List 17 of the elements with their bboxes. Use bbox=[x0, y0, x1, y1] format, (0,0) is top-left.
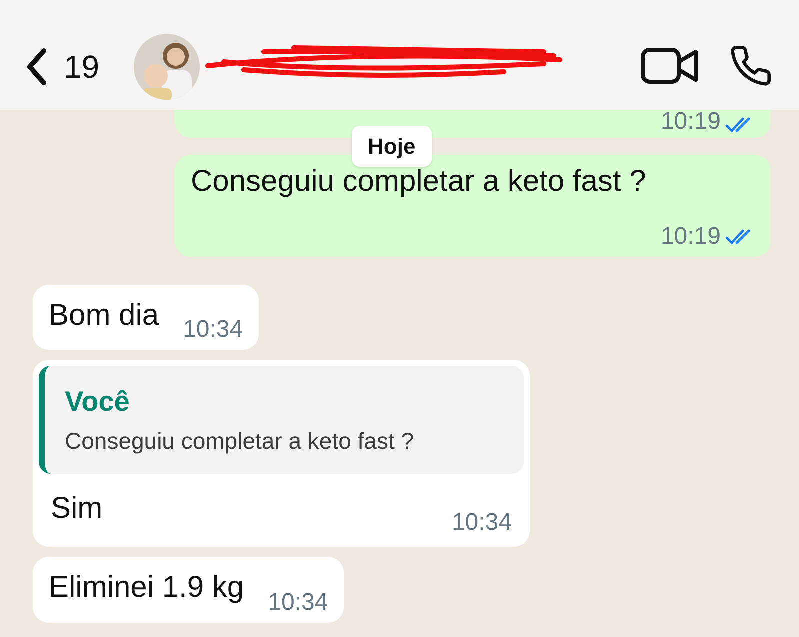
quote-author: Você bbox=[65, 385, 131, 419]
date-chip: Hoje bbox=[352, 126, 432, 167]
message-text: Bom dia bbox=[49, 298, 160, 334]
back-button[interactable]: 19 bbox=[26, 32, 100, 102]
message-text: Eliminei 1.9 kg bbox=[49, 570, 244, 606]
quote-text: Conseguiu completar a keto fast ? bbox=[65, 427, 416, 456]
quoted-message[interactable]: Você Conseguiu completar a keto fast ? bbox=[39, 366, 524, 474]
message-time: 10:19 bbox=[660, 110, 721, 134]
message-text: Conseguiu completar a keto fast ? bbox=[191, 164, 646, 200]
video-call-icon[interactable] bbox=[641, 47, 699, 85]
phone-icon[interactable] bbox=[729, 44, 773, 88]
message-time: 10:19 bbox=[660, 224, 721, 248]
chevron-left-icon bbox=[26, 48, 48, 86]
message-text: Sim bbox=[51, 490, 103, 527]
message-time: 10:34 bbox=[183, 318, 244, 342]
message-time: 10:34 bbox=[268, 590, 328, 615]
message-time: 10:34 bbox=[452, 511, 512, 536]
